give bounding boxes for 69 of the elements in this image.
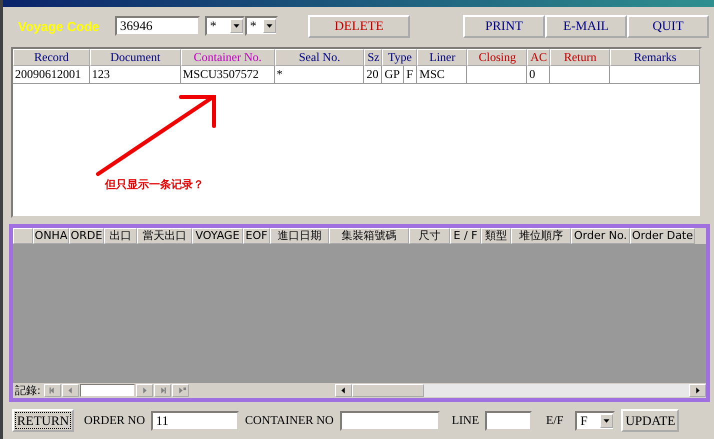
table-cell: GP [382,66,404,84]
column-header: Type [382,49,418,66]
table-cell [550,66,610,84]
column-header: 類型 [481,228,511,244]
column-header: 出口 [104,228,137,244]
first-record-icon[interactable] [44,384,61,397]
column-header: ONHA [33,228,69,244]
caret-icon [230,19,243,33]
next-record-icon[interactable] [136,384,153,397]
ef-label: E/F [546,413,564,428]
table-cell: * [274,66,364,84]
table-cell: F [404,66,418,84]
column-header: EOF [243,228,270,244]
horizontal-scrollbar[interactable] [334,384,706,397]
order-no-label: ORDER NO [84,413,146,428]
filter-dropdown[interactable]: * [245,16,278,36]
filter-dropdown[interactable]: * [205,16,245,36]
column-header: Remarks [610,49,700,66]
column-header: Container No. [180,49,275,66]
column-header: Record [13,49,90,66]
column-header: 堆位順序 [511,228,571,244]
toolbar-button[interactable]: QUIT [627,14,709,38]
record-number-field[interactable] [80,384,135,397]
column-header: AC [527,49,550,66]
column-header: Order Date [630,228,695,244]
column-header: 進口日期 [270,228,329,244]
order-no-field[interactable]: 11 [151,410,240,430]
table-cell: 20 [364,66,382,84]
line-label: LINE [452,413,480,428]
table-cell: 123 [90,66,181,84]
voyage-code-label: Voyage Code [18,18,100,34]
column-header: Order No. [571,228,630,244]
column-header: 當天出口 [137,228,192,244]
caret-icon [600,414,614,428]
scroll-right-icon[interactable] [689,384,706,397]
container-no-label: CONTAINER NO [245,413,334,428]
column-header: 尺寸 [409,228,450,244]
previous-record-icon[interactable] [62,384,79,397]
navigation-label: 記錄: [15,383,41,398]
column-header: 集裝箱號碼 [329,228,409,244]
ef-dropdown[interactable]: F [575,410,616,430]
table-cell: MSC [417,66,468,84]
table-cell [467,66,528,84]
last-record-icon[interactable] [154,384,171,397]
column-header: E / F [450,228,481,244]
container-no-field[interactable] [340,410,440,430]
voyage-code-field[interactable]: 36946 [115,16,200,36]
return-button[interactable]: RETURN [12,409,74,432]
toolbar-button[interactable]: E-MAIL [545,14,627,38]
column-header: VOYAGE [192,228,243,244]
scroll-thumb[interactable] [352,384,424,397]
update-button[interactable]: UPDATE [621,409,680,432]
column-header: Sz [364,49,382,66]
column-header: ORDE [69,228,104,244]
column-header: Document [90,49,181,66]
table-cell: 20090612001 [13,66,90,84]
annotation-text: 但只显示一条记录？ [105,177,204,192]
scroll-left-icon[interactable] [334,384,352,397]
table-cell: MSCU3507572 [180,66,275,84]
column-header: Return [550,49,610,66]
caret-icon [263,19,276,33]
column-header: Closing [467,49,528,66]
new-record-icon[interactable] [172,384,189,397]
line-field[interactable] [485,410,532,430]
toolbar-button[interactable]: PRINT [463,14,545,38]
column-header: Liner [417,49,468,66]
table-cell: 0 [527,66,550,84]
delete-button[interactable]: DELETE [308,14,410,38]
column-header: Seal No. [274,49,364,66]
